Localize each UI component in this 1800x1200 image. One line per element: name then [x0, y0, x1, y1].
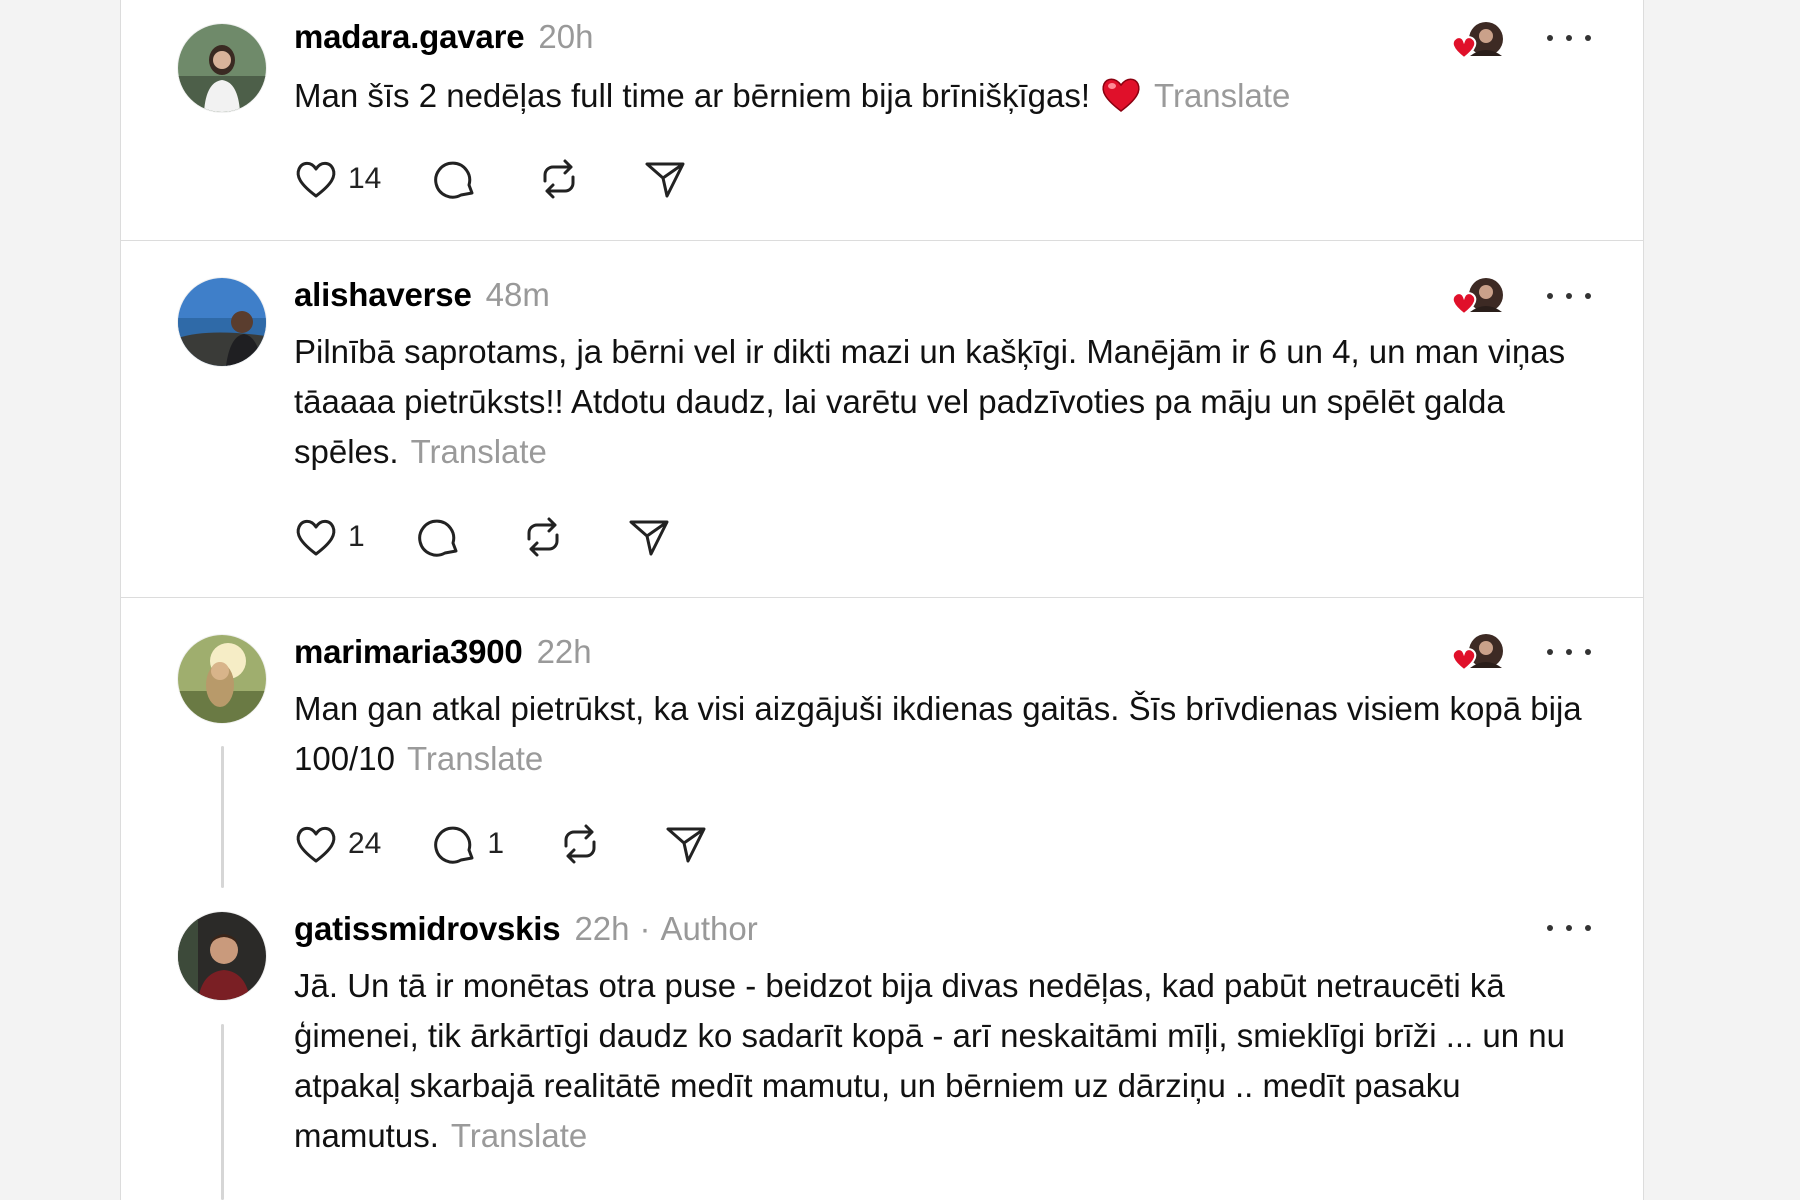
repost-button[interactable] — [558, 822, 602, 866]
post-text: Pilnībā saprotams, ja bērni vel ir dikti… — [294, 327, 1594, 477]
man-portrait-avatar — [178, 912, 266, 1000]
heart-icon — [296, 161, 336, 198]
send-icon — [629, 520, 669, 556]
like-button[interactable]: 14 — [294, 159, 381, 199]
share-button[interactable] — [664, 822, 708, 866]
thread-line — [221, 746, 224, 888]
reply-button[interactable] — [417, 515, 461, 559]
reply-button[interactable]: 1 — [433, 822, 504, 866]
post-divider — [121, 597, 1643, 598]
timestamp[interactable]: 48m — [486, 276, 550, 314]
share-button[interactable] — [627, 515, 671, 559]
more-options-icon[interactable] — [1547, 642, 1591, 662]
repost-button[interactable] — [521, 515, 565, 559]
author-badge: Author — [660, 910, 758, 947]
comment-icon — [417, 519, 458, 557]
timestamp[interactable]: 22h — [537, 633, 592, 671]
username[interactable]: gatissmidrovskis — [294, 910, 561, 948]
timestamp[interactable]: 20h — [538, 18, 593, 56]
username[interactable]: alishaverse — [294, 276, 472, 314]
action-bar: 1 — [294, 515, 671, 559]
heart-icon — [296, 826, 336, 863]
sea-landscape-avatar — [178, 278, 266, 366]
like-count: 1 — [348, 520, 365, 553]
liked-by-author-badge[interactable] — [1448, 634, 1508, 674]
liked-by-author-icon — [1451, 278, 1503, 316]
repost-icon — [527, 517, 559, 557]
post-body: Man šīs 2 nedēļas full time ar bērniem b… — [294, 77, 1091, 114]
liked-by-author-icon — [1451, 22, 1503, 60]
avatar[interactable] — [178, 635, 266, 723]
separator-dot: · — [639, 910, 651, 947]
liked-by-author-icon — [1451, 634, 1503, 672]
comment-icon — [434, 826, 474, 864]
reply-count: 1 — [487, 827, 505, 860]
more-options-icon[interactable] — [1547, 918, 1591, 938]
heart-icon — [296, 519, 336, 556]
thread-line — [221, 1024, 224, 1200]
more-options-icon[interactable] — [1547, 286, 1591, 306]
action-bar: 14 — [294, 157, 687, 201]
reply-button[interactable] — [433, 157, 477, 201]
comment-icon — [434, 161, 474, 199]
translate-link[interactable]: Translate — [451, 1117, 587, 1154]
liked-by-author-badge[interactable] — [1448, 278, 1508, 318]
username[interactable]: marimaria3900 — [294, 633, 523, 671]
share-button[interactable] — [643, 157, 687, 201]
send-icon — [666, 827, 706, 863]
repost-icon — [543, 159, 575, 199]
like-count: 14 — [348, 162, 382, 195]
timestamp[interactable]: 22h — [574, 910, 629, 948]
translate-link[interactable]: Translate — [1154, 77, 1290, 114]
post-header: marimaria3900 22h — [294, 633, 592, 671]
post-header: madara.gavare 20h — [294, 18, 593, 56]
replies-feed: madara.gavare 20h Man šīs 2 nedēļas full… — [120, 0, 1644, 1200]
translate-link[interactable]: Translate — [407, 740, 543, 777]
red-heart-emoji-icon — [1100, 75, 1142, 127]
sunset-portrait-avatar — [178, 635, 266, 723]
post-text: Jā. Un tā ir monētas otra puse - beidzot… — [294, 961, 1594, 1161]
like-count: 24 — [348, 827, 382, 860]
liked-by-author-badge[interactable] — [1448, 22, 1508, 62]
post-text: Man gan atkal pietrūkst, ka visi aizgāju… — [294, 684, 1594, 784]
repost-icon — [564, 824, 596, 864]
avatar[interactable] — [178, 912, 266, 1000]
avatar[interactable] — [178, 24, 266, 112]
avatar[interactable] — [178, 278, 266, 366]
like-button[interactable]: 24 — [294, 824, 381, 864]
woman-portrait-avatar — [178, 24, 266, 112]
username[interactable]: madara.gavare — [294, 18, 525, 56]
like-button[interactable]: 1 — [294, 517, 365, 557]
more-options-icon[interactable] — [1547, 28, 1591, 48]
post-header: alishaverse 48m — [294, 276, 550, 314]
post-text: Man šīs 2 nedēļas full time ar bērniem b… — [294, 71, 1594, 127]
post-divider — [121, 240, 1643, 241]
post-header: gatissmidrovskis 22h · Author — [294, 910, 758, 948]
action-bar: 24 1 — [294, 822, 708, 866]
send-icon — [645, 162, 685, 198]
repost-button[interactable] — [537, 157, 581, 201]
translate-link[interactable]: Translate — [411, 433, 547, 470]
